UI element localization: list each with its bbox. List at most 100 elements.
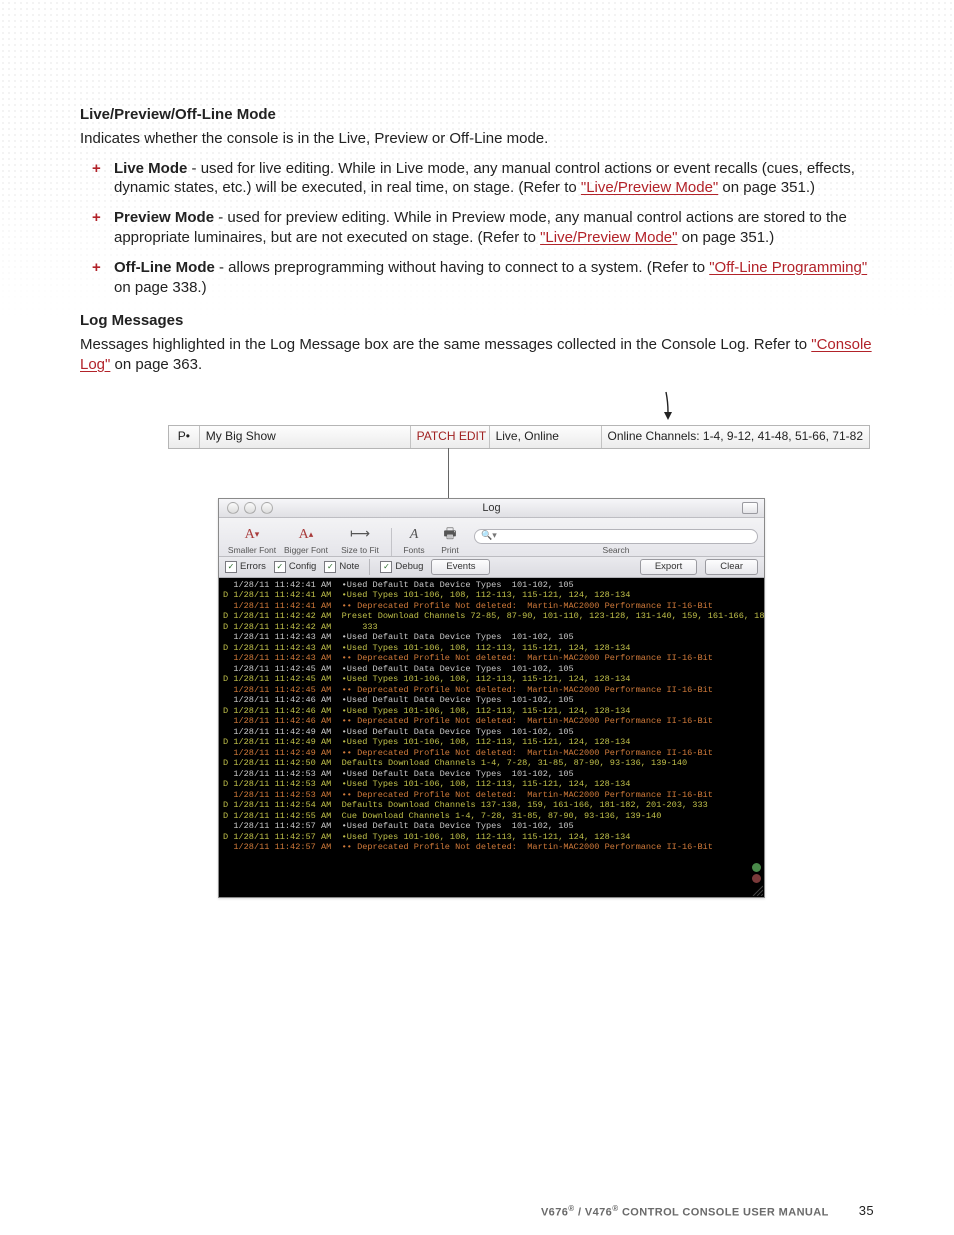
text-offline-b: on page 338.) <box>114 279 207 296</box>
bigger-font-button[interactable]: A▴ Bigger Font <box>279 527 333 556</box>
config-checkbox[interactable]: ✓Config <box>274 561 316 574</box>
log-line: D 1/28/11 11:42:42 AM Preset Download Ch… <box>223 611 760 621</box>
log-filter-bar: ✓Errors ✓Config ✓Note ✓Debug Events Expo… <box>219 557 764 578</box>
scroll-dot-icon <box>752 863 761 872</box>
log-body[interactable]: 1/28/11 11:42:41 AM •Used Default Data D… <box>219 578 764 897</box>
footer-label: CONTROL CONSOLE USER MANUAL <box>619 1206 829 1218</box>
log-line: 1/28/11 11:42:43 AM •• Deprecated Profil… <box>223 653 760 663</box>
log-titlebar[interactable]: Log <box>219 499 764 518</box>
footer-prod-b: V476 <box>585 1206 612 1218</box>
toolbar-separator <box>391 528 392 556</box>
smaller-font-icon: A▾ <box>245 527 260 543</box>
close-icon[interactable] <box>227 502 239 514</box>
log-line: D 1/28/11 11:42:45 AM •Used Types 101-10… <box>223 674 760 684</box>
log-line: 1/28/11 11:42:49 AM •Used Default Data D… <box>223 727 760 737</box>
log-line: 1/28/11 11:42:43 AM •Used Default Data D… <box>223 632 760 642</box>
errors-checkbox[interactable]: ✓Errors <box>225 561 266 574</box>
log-line: D 1/28/11 11:42:41 AM •Used Types 101-10… <box>223 590 760 600</box>
link-offline-prog[interactable]: "Off-Line Programming" <box>709 259 867 276</box>
status-patch-edit: PATCH EDIT <box>411 426 490 448</box>
log-line: 1/28/11 11:42:53 AM •• Deprecated Profil… <box>223 790 760 800</box>
note-label: Note <box>339 561 359 574</box>
log-line: D 1/28/11 11:42:49 AM •Used Types 101-10… <box>223 737 760 747</box>
term-preview: Preview Mode <box>114 209 214 226</box>
resize-handle-icon[interactable] <box>751 884 763 896</box>
status-bar: P• My Big Show PATCH EDIT Live, Online O… <box>168 425 870 449</box>
log-line: 1/28/11 11:42:57 AM •Used Default Data D… <box>223 821 760 831</box>
log-window-title: Log <box>482 501 500 516</box>
zoom-icon[interactable] <box>261 502 273 514</box>
print-button[interactable]: 🖶 Print <box>432 527 468 556</box>
smaller-font-button[interactable]: A▾ Smaller Font <box>225 527 279 556</box>
minimize-icon[interactable] <box>244 502 256 514</box>
log-line: D 1/28/11 11:42:42 AM 333 <box>223 622 760 632</box>
bigger-font-label: Bigger Font <box>284 545 328 556</box>
term-live: Live Mode <box>114 160 187 177</box>
size-to-fit-label: Size to Fit <box>341 545 379 556</box>
status-bullet: P• <box>169 426 200 448</box>
size-to-fit-button[interactable]: ⟼ Size to Fit <box>333 527 387 556</box>
page-content: Live/Preview/Off-Line Mode Indicates whe… <box>80 105 874 385</box>
log-line: 1/28/11 11:42:49 AM •• Deprecated Profil… <box>223 748 760 758</box>
link-live-preview-1[interactable]: "Live/Preview Mode" <box>581 179 718 196</box>
heading-modes: Live/Preview/Off-Line Mode <box>80 105 874 125</box>
link-live-preview-2[interactable]: "Live/Preview Mode" <box>540 229 677 246</box>
log-line: 1/28/11 11:42:41 AM •• Deprecated Profil… <box>223 601 760 611</box>
intro-modes: Indicates whether the console is in the … <box>80 129 874 149</box>
page-footer: V676® / V476® CONTROL CONSOLE USER MANUA… <box>80 1202 874 1220</box>
callout-line <box>448 448 449 498</box>
log-line: 1/28/11 11:42:45 AM •Used Default Data D… <box>223 664 760 674</box>
search-input[interactable]: 🔍▾ <box>474 529 758 544</box>
status-show-name: My Big Show <box>200 426 411 448</box>
size-to-fit-icon: ⟼ <box>350 527 370 543</box>
note-checkbox[interactable]: ✓Note <box>324 561 359 574</box>
window-traffic-lights[interactable] <box>227 502 273 514</box>
text-log-a: Messages highlighted in the Log Message … <box>80 336 811 353</box>
heading-log: Log Messages <box>80 311 874 331</box>
smaller-font-label: Smaller Font <box>228 545 276 556</box>
status-channels: Online Channels: 1-4, 9-12, 41-48, 51-66… <box>602 426 870 448</box>
footer-prod-a: V676 <box>541 1206 568 1218</box>
log-line: D 1/28/11 11:42:57 AM •Used Types 101-10… <box>223 832 760 842</box>
text-preview-b: on page 351.) <box>677 229 774 246</box>
debug-label: Debug <box>395 561 423 574</box>
events-button[interactable]: Events <box>431 559 490 576</box>
config-label: Config <box>289 561 316 574</box>
log-line: D 1/28/11 11:42:53 AM •Used Types 101-10… <box>223 779 760 789</box>
log-line: D 1/28/11 11:42:54 AM Defaults Download … <box>223 800 760 810</box>
scroll-indicator[interactable] <box>750 580 763 883</box>
text-live-b: on page 351.) <box>718 179 815 196</box>
log-line: 1/28/11 11:42:41 AM •Used Default Data D… <box>223 580 760 590</box>
log-line: D 1/28/11 11:42:46 AM •Used Types 101-10… <box>223 706 760 716</box>
reg-icon: ® <box>568 1204 574 1213</box>
checkbox-icon: ✓ <box>324 561 336 573</box>
filter-separator <box>369 559 370 575</box>
log-line: 1/28/11 11:42:46 AM •Used Default Data D… <box>223 695 760 705</box>
debug-checkbox[interactable]: ✓Debug <box>380 561 423 574</box>
checkbox-icon: ✓ <box>380 561 392 573</box>
search-icon: 🔍▾ <box>481 530 497 542</box>
mode-list: Live Mode - used for live editing. While… <box>80 159 874 298</box>
fonts-icon: A <box>410 527 419 543</box>
print-icon: 🖶 <box>443 527 456 543</box>
bigger-font-icon: A▴ <box>299 527 314 543</box>
arrow-icon <box>660 390 676 424</box>
fonts-button[interactable]: A Fonts <box>396 527 432 556</box>
list-item-live: Live Mode - used for live editing. While… <box>114 159 874 199</box>
log-line: 1/28/11 11:42:46 AM •• Deprecated Profil… <box>223 716 760 726</box>
log-line: D 1/28/11 11:42:55 AM Cue Download Chann… <box>223 811 760 821</box>
page-number: 35 <box>859 1202 874 1219</box>
log-line: 1/28/11 11:42:53 AM •Used Default Data D… <box>223 769 760 779</box>
text-offline-a: - allows preprogramming without having t… <box>215 259 709 276</box>
expand-icon[interactable] <box>742 502 758 514</box>
clear-button[interactable]: Clear <box>705 559 758 576</box>
list-item-offline: Off-Line Mode - allows preprogramming wi… <box>114 258 874 298</box>
search-field-wrap: 🔍▾ Search <box>474 529 758 556</box>
status-mode: Live, Online <box>490 426 602 448</box>
term-offline: Off-Line Mode <box>114 259 215 276</box>
para-log: Messages highlighted in the Log Message … <box>80 335 874 375</box>
log-toolbar: A▾ Smaller Font A▴ Bigger Font ⟼ Size to… <box>219 518 764 557</box>
export-button[interactable]: Export <box>640 559 697 576</box>
checkbox-icon: ✓ <box>225 561 237 573</box>
list-item-preview: Preview Mode - used for preview editing.… <box>114 208 874 248</box>
